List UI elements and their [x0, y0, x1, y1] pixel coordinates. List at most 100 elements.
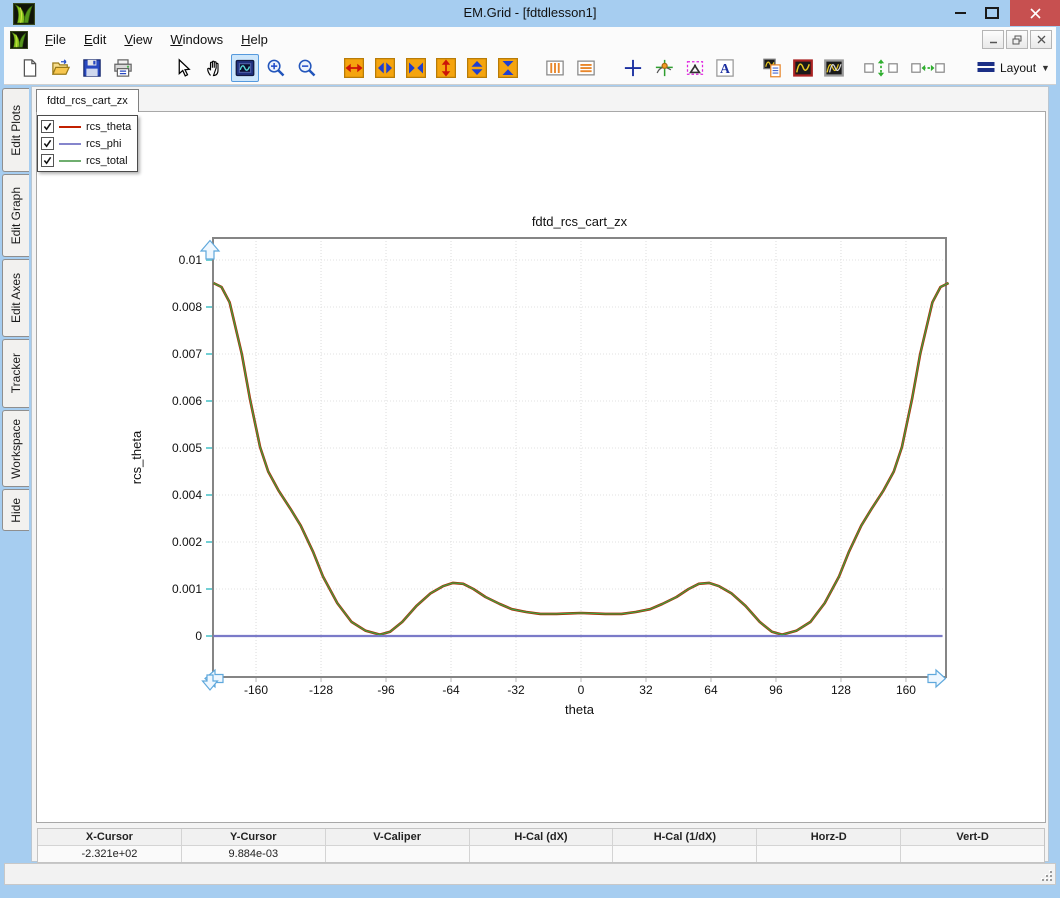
y-tick-label: 0.006 [172, 394, 202, 408]
legend-label: rcs_total [86, 154, 128, 167]
horizontal-gridlines-button[interactable] [572, 54, 600, 82]
sidebar-tab-label: Edit Graph [9, 186, 23, 245]
zoom-in-button[interactable] [262, 54, 290, 82]
layout-button[interactable]: Layout ▼ [971, 57, 1056, 80]
print-button[interactable] [109, 54, 137, 82]
y-tick-label: 0.001 [172, 582, 202, 596]
y-tick-label: 0.002 [172, 535, 202, 549]
zoom-box-button[interactable] [231, 54, 260, 82]
sidebar-tab-edit-graph[interactable]: Edit Graph [2, 174, 29, 257]
maximize-button[interactable] [978, 0, 1006, 26]
status-bar [4, 863, 1056, 885]
h-arrows-in-icon [405, 58, 426, 78]
status-column-header: V-Caliper [325, 829, 470, 846]
tracker-readout-table: X-Cursor Y-Cursor V-Caliper H-Cal (dX) H-Cal… [37, 828, 1045, 863]
sidebar-tab-workspace[interactable]: Workspace [2, 410, 29, 487]
select-cursor-button[interactable] [170, 54, 198, 82]
mdi-restore-button[interactable] [1006, 30, 1028, 49]
print-icon [113, 58, 133, 78]
plot-legend: rcs_theta rcs_phi rcs_total [37, 115, 139, 172]
v-arrows-in-icon [498, 58, 519, 78]
x-tick-label: 160 [896, 683, 916, 697]
save-icon [82, 58, 102, 78]
tracker-button[interactable] [650, 54, 678, 82]
text-annotation-button[interactable]: A [712, 54, 740, 82]
v-full-scale-button[interactable] [433, 54, 461, 82]
rcs_total-curve [213, 282, 949, 636]
menu-help[interactable]: Help [232, 29, 277, 50]
legend-line-sample [59, 159, 81, 162]
sidebar-tab-tracker[interactable]: Tracker [2, 339, 29, 408]
status-value [757, 846, 902, 862]
save-button[interactable] [78, 54, 106, 82]
legend-line-sample [59, 142, 81, 145]
legend-entry: rcs_theta [41, 118, 131, 135]
vertical-separation-button[interactable] [864, 54, 898, 82]
x-tick-label: -96 [377, 683, 395, 697]
app-icon-small [10, 30, 28, 49]
close-button[interactable] [1010, 0, 1060, 26]
status-value [613, 846, 758, 862]
plot-area[interactable] [212, 237, 947, 678]
chevron-down-icon: ▼ [1041, 63, 1050, 73]
toolbar: A Layout ▼ [4, 52, 1056, 85]
legend-icon [762, 58, 782, 78]
menu-windows[interactable]: Windows [161, 29, 232, 50]
close-icon [1029, 7, 1041, 19]
menu-edit[interactable]: Edit [75, 29, 115, 50]
tracker-icon [654, 58, 674, 78]
mdi-window-controls [982, 30, 1056, 49]
legend-label: rcs_theta [86, 120, 132, 133]
crosshair-button[interactable] [619, 54, 647, 82]
h-full-scale-button[interactable] [340, 54, 368, 82]
zoom-out-button[interactable] [293, 54, 321, 82]
legend-line-sample [59, 125, 81, 128]
legend-checkbox[interactable] [41, 154, 54, 167]
mdi-minimize-button[interactable] [982, 30, 1004, 49]
x-tick-label: -160 [244, 683, 268, 697]
title-bar: EM.Grid - [fdtdlesson1] [0, 0, 1060, 27]
status-column-header: X-Cursor [38, 829, 182, 846]
vertical-lines-icon [545, 58, 565, 78]
legend-checkbox[interactable] [41, 120, 54, 133]
h-expand-icon [343, 58, 364, 78]
sidebar-tab-edit-axes[interactable]: Edit Axes [2, 259, 29, 337]
horizontal-separation-button[interactable] [911, 54, 945, 82]
minimize-button[interactable] [946, 0, 974, 26]
vertical-gridlines-button[interactable] [541, 54, 569, 82]
maximize-icon [985, 7, 999, 19]
y-tick-label: 0.008 [172, 300, 202, 314]
h-arrows-out-icon [374, 58, 395, 78]
resize-grip-icon[interactable] [1040, 869, 1052, 881]
menu-file[interactable]: File [36, 29, 75, 50]
h-zoom-out-axis-button[interactable] [402, 54, 430, 82]
y-tick-label: 0.01 [179, 253, 203, 267]
layout-label: Layout [1000, 61, 1037, 75]
single-wave-icon [793, 58, 814, 78]
menu-view[interactable]: View [115, 29, 161, 50]
pan-button[interactable] [200, 54, 228, 82]
document-tab[interactable]: fdtd_rcs_cart_zx [36, 89, 139, 112]
new-file-button[interactable] [16, 54, 44, 82]
v-zoom-in-axis-button[interactable] [463, 54, 491, 82]
legend-label: rcs_phi [86, 137, 122, 150]
sidebar-tab-edit-plots[interactable]: Edit Plots [2, 88, 29, 172]
v-zoom-out-axis-button[interactable] [494, 54, 522, 82]
status-value: 9.884e-03 [181, 846, 326, 862]
multi-trace-button[interactable] [820, 54, 848, 82]
single-trace-button[interactable] [789, 54, 817, 82]
zoom-out-icon [297, 58, 317, 78]
h-zoom-in-axis-button[interactable] [371, 54, 399, 82]
chart: -160 -128 -96 -64 -32 0 32 64 96 128 160 0 0.001 0.00… [129, 214, 950, 717]
x-tick-label: 96 [769, 683, 783, 697]
open-file-button[interactable] [47, 54, 75, 82]
sidebar-tab-label: Workspace [9, 418, 23, 479]
sidebar-tab-hide[interactable]: Hide [2, 489, 29, 531]
caliper-button[interactable] [681, 54, 709, 82]
layout-icon [977, 60, 995, 77]
legend-checkbox[interactable] [41, 137, 54, 150]
mdi-close-button[interactable] [1030, 30, 1052, 49]
cursor-icon [173, 58, 193, 78]
status-column-header: Y-Cursor [181, 829, 326, 846]
legend-button[interactable] [758, 54, 786, 82]
